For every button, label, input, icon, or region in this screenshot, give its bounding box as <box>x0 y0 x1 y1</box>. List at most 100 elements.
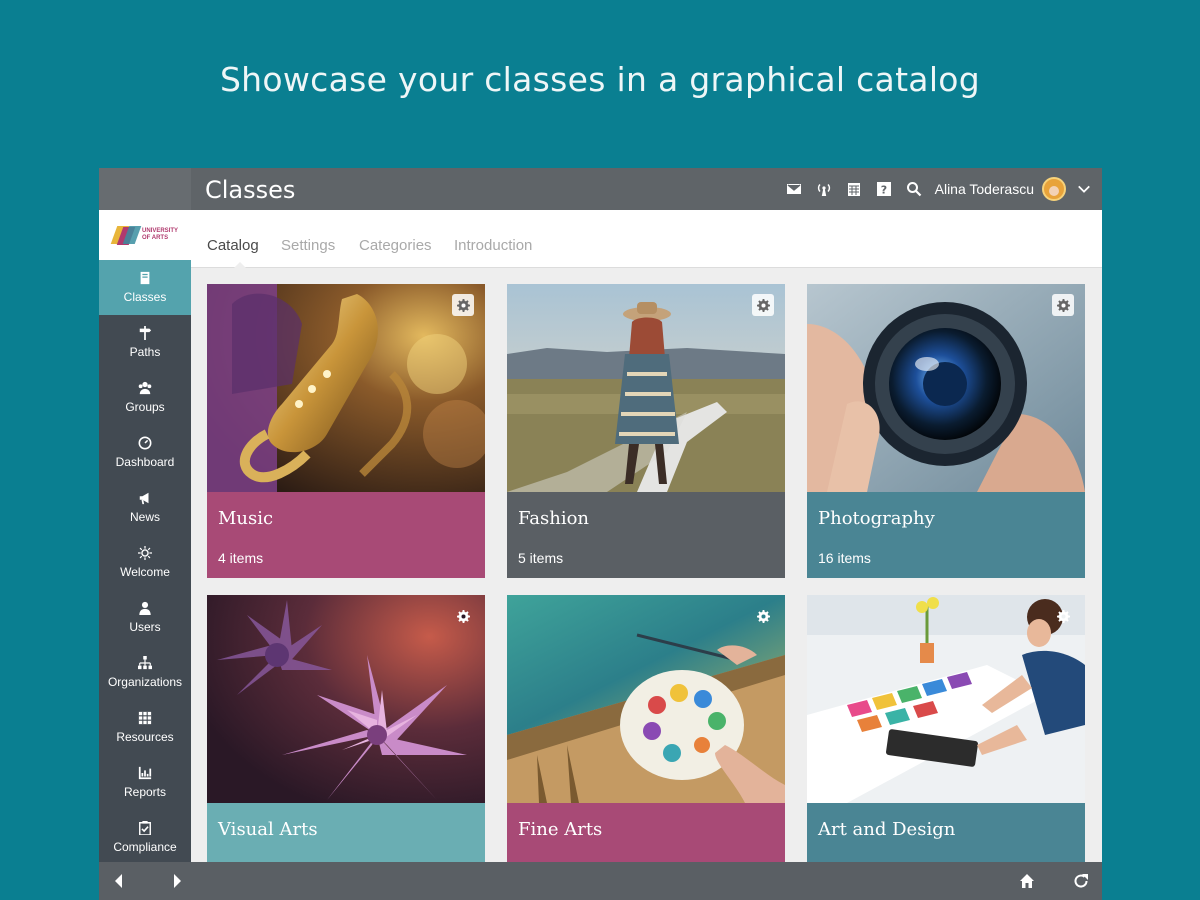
sidebar-item-label: Organizations <box>107 675 183 689</box>
sidebar-item-news[interactable]: News <box>99 480 191 535</box>
sidebar: UNIVERSITY OF ARTS Classes Paths Groups … <box>99 210 191 862</box>
tab-categories[interactable]: Categories <box>359 237 432 254</box>
forward-icon[interactable] <box>159 862 195 900</box>
chevron-down-icon[interactable] <box>1066 168 1102 210</box>
gear-icon <box>756 609 770 623</box>
user-name[interactable]: Alina Toderascu <box>935 181 1034 197</box>
gear-icon <box>1056 609 1070 623</box>
card-title: Fashion <box>518 508 590 529</box>
sidebar-item-resources[interactable]: Resources <box>99 700 191 755</box>
sidebar-item-label: Classes <box>123 290 167 304</box>
mail-icon[interactable] <box>779 168 809 210</box>
sidebar-item-label: Dashboard <box>115 455 175 469</box>
card-item-count: 16 items <box>818 550 871 566</box>
sidebar-item-classes[interactable]: Classes <box>99 260 191 315</box>
clipboard-check-icon <box>139 821 151 835</box>
sidebar-item-dashboard[interactable]: Dashboard <box>99 425 191 480</box>
card-settings-button[interactable] <box>1052 294 1074 316</box>
sidebar-item-label: Users <box>129 620 161 634</box>
card-title: Art and Design <box>818 819 956 840</box>
class-card-music[interactable]: Music 4 items <box>207 284 485 578</box>
book-icon <box>140 271 150 285</box>
avatar[interactable] <box>1042 177 1066 201</box>
card-title: Music <box>218 508 274 529</box>
top-bar-actions: ? Alina Toderascu <box>779 168 1102 210</box>
megaphone-icon <box>139 492 149 505</box>
sidebar-item-organizations[interactable]: Organizations <box>99 645 191 700</box>
sidebar-item-reports[interactable]: Reports <box>99 755 191 810</box>
card-title: Fine Arts <box>518 819 603 840</box>
fashion-image <box>507 284 785 492</box>
photography-image <box>807 284 1085 492</box>
tab-settings[interactable]: Settings <box>281 237 335 254</box>
refresh-icon[interactable] <box>1063 862 1099 900</box>
app-window: Classes ? Alina Toderascu UNIVERSITY OF … <box>99 168 1102 900</box>
sidebar-item-label: Compliance <box>113 840 177 854</box>
user-icon <box>139 601 151 615</box>
tab-catalog[interactable]: Catalog <box>207 237 259 254</box>
card-settings-button[interactable] <box>452 294 474 316</box>
sidebar-item-label: Welcome <box>120 565 170 579</box>
card-item-count: 4 items <box>218 550 264 566</box>
gear-icon <box>456 298 470 312</box>
calendar-icon[interactable] <box>839 168 869 210</box>
search-icon[interactable] <box>899 168 929 210</box>
music-image <box>207 284 485 492</box>
sidebar-item-label: News <box>129 510 160 524</box>
logo-mark <box>110 224 142 246</box>
card-title: Visual Arts <box>218 819 318 840</box>
card-info: Music 4 items <box>207 492 485 578</box>
card-settings-button[interactable] <box>752 294 774 316</box>
chart-icon <box>138 766 152 780</box>
bottom-nav-bar <box>99 862 1102 900</box>
card-info: Photography 16 items <box>807 492 1085 578</box>
top-bar: Classes ? Alina Toderascu <box>99 168 1102 210</box>
sidebar-item-label: Resources <box>116 730 174 744</box>
sidebar-item-users[interactable]: Users <box>99 590 191 645</box>
sidebar-item-paths[interactable]: Paths <box>99 315 191 370</box>
gear-icon <box>456 609 470 623</box>
grid-icon <box>138 711 152 725</box>
sidebar-item-label: Paths <box>129 345 161 359</box>
svg-text:?: ? <box>880 184 886 197</box>
card-item-count: 5 items <box>518 550 564 566</box>
broadcast-icon[interactable] <box>809 168 839 210</box>
tab-introduction[interactable]: Introduction <box>454 237 532 254</box>
visual-arts-image <box>207 595 485 803</box>
help-icon[interactable]: ? <box>869 168 899 210</box>
sidebar-item-label: Reports <box>123 785 167 799</box>
org-chart-icon <box>138 656 152 670</box>
gear-icon <box>756 298 770 312</box>
signpost-icon <box>139 326 152 340</box>
art-and-design-image <box>807 595 1085 803</box>
tab-bar: Catalog Settings Categories Introduction <box>191 210 1102 268</box>
back-icon[interactable] <box>101 862 137 900</box>
card-settings-button[interactable] <box>452 605 474 627</box>
logo-text: UNIVERSITY OF ARTS <box>141 228 178 241</box>
card-title: Photography <box>818 508 935 529</box>
class-card-art-and-design[interactable]: Art and Design <box>807 595 1085 862</box>
sidebar-item-groups[interactable]: Groups <box>99 370 191 425</box>
class-card-fine-arts[interactable]: Fine Arts <box>507 595 785 862</box>
page-title: Classes <box>205 176 296 204</box>
card-info: Art and Design <box>807 803 1085 862</box>
class-card-photography[interactable]: Photography 16 items <box>807 284 1085 578</box>
logo[interactable]: UNIVERSITY OF ARTS <box>99 210 191 260</box>
fine-arts-image <box>507 595 785 803</box>
gear-icon <box>1056 298 1070 312</box>
sun-icon <box>138 546 152 560</box>
card-info: Fine Arts <box>507 803 785 862</box>
card-settings-button[interactable] <box>752 605 774 627</box>
home-icon[interactable] <box>1009 862 1045 900</box>
groups-icon <box>138 381 152 395</box>
card-info: Fashion 5 items <box>507 492 785 578</box>
sidebar-item-compliance[interactable]: Compliance <box>99 810 191 865</box>
sidebar-item-welcome[interactable]: Welcome <box>99 535 191 590</box>
sidebar-item-label: Groups <box>125 400 165 414</box>
dashboard-icon <box>138 436 152 450</box>
class-card-fashion[interactable]: Fashion 5 items <box>507 284 785 578</box>
card-settings-button[interactable] <box>1052 605 1074 627</box>
top-bar-left-cap <box>99 168 191 210</box>
class-card-visual-arts[interactable]: Visual Arts <box>207 595 485 862</box>
active-tab-pointer <box>233 262 247 269</box>
